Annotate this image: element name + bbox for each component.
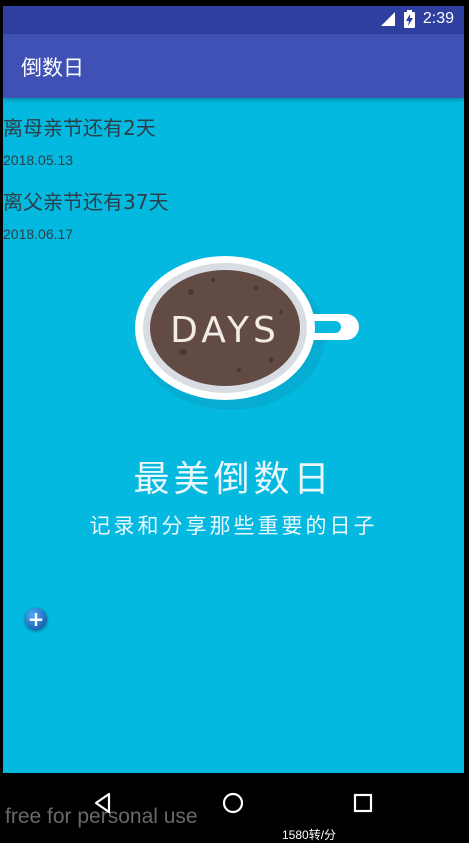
cup-text: DAYS [170, 310, 280, 351]
recents-square-icon [353, 793, 373, 813]
speed-overlay: 1580转/分 [282, 828, 337, 842]
plus-icon: + [27, 607, 45, 631]
app-screen: 2:39 倒数日 离母亲节还有2天 2018.05.13 离父亲节还有37天 2… [3, 6, 464, 833]
event-item[interactable]: 离母亲节还有2天 2018.05.13 [3, 106, 464, 180]
add-event-button[interactable]: + [25, 608, 47, 630]
event-date: 2018.06.17 [3, 226, 74, 242]
hero-subtitle: 记录和分享那些重要的日子 [89, 514, 378, 538]
event-list: 离母亲节还有2天 2018.05.13 离父亲节还有37天 2018.06.17 [3, 106, 464, 254]
battery-charging-icon [403, 10, 415, 28]
app-bar: 倒数日 [3, 34, 464, 98]
home-circle-icon [222, 792, 244, 814]
watermark-text: free for personal use [5, 805, 198, 828]
event-title: 离父亲节还有37天 [3, 190, 169, 214]
coffee-cup-logo: DAYS [135, 256, 359, 410]
status-icons: 2:39 [380, 10, 454, 28]
recents-button[interactable] [347, 787, 379, 819]
signal-icon [380, 12, 395, 26]
home-button[interactable] [217, 787, 249, 819]
status-time: 2:39 [422, 10, 454, 27]
app-title: 倒数日 [21, 56, 84, 80]
event-title: 离母亲节还有2天 [3, 116, 156, 140]
status-bar: 2:39 [3, 6, 464, 34]
hero-slogan: 最美倒数日 [133, 459, 334, 500]
event-item[interactable]: 离父亲节还有37天 2018.06.17 [3, 180, 464, 254]
event-date: 2018.05.13 [3, 152, 74, 168]
